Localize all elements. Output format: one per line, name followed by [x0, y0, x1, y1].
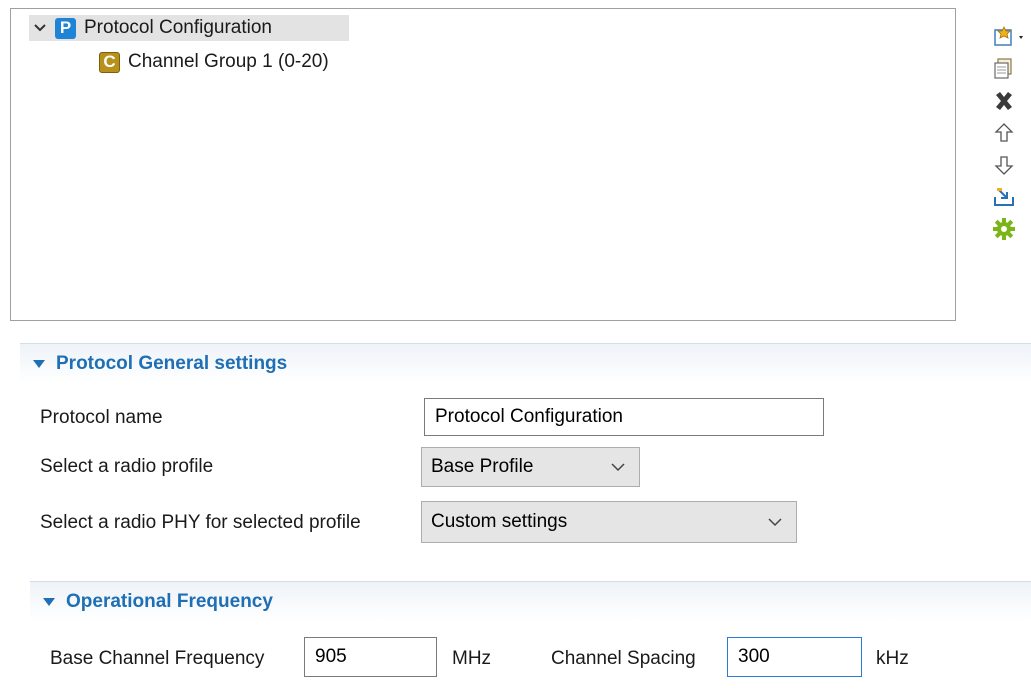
- channel-group-icon: C: [99, 51, 120, 73]
- move-up-icon: [992, 121, 1016, 151]
- tree-node-channel-group-label: Channel Group 1 (0-20): [128, 51, 329, 72]
- move-down-icon: [992, 153, 1016, 183]
- copy-button[interactable]: [992, 57, 1031, 87]
- base-frequency-input[interactable]: [304, 637, 437, 677]
- protocol-tree[interactable]: P Protocol Configuration C Channel Group…: [10, 8, 956, 321]
- new-item-icon: [992, 25, 1028, 55]
- section-general-header[interactable]: Protocol General settings: [20, 343, 1031, 383]
- tree-node-protocol[interactable]: P Protocol Configuration: [29, 15, 349, 41]
- channel-spacing-input[interactable]: [727, 637, 862, 677]
- move-up-button[interactable]: [992, 123, 1031, 149]
- protocol-name-input[interactable]: [424, 398, 824, 436]
- radio-phy-value: Custom settings: [431, 511, 568, 532]
- radio-phy-label: Select a radio PHY for selected profile: [40, 512, 361, 533]
- section-frequency-title: Operational Frequency: [66, 590, 273, 612]
- section-frequency-header[interactable]: Operational Frequency: [30, 581, 1031, 621]
- base-frequency-unit: MHz: [452, 648, 492, 669]
- section-general-title: Protocol General settings: [56, 352, 288, 374]
- chevron-down-icon[interactable]: [29, 23, 51, 33]
- radio-profile-label: Select a radio profile: [40, 456, 214, 477]
- move-down-button[interactable]: [992, 155, 1031, 181]
- delete-button[interactable]: [992, 91, 1031, 117]
- settings-gear-icon: [992, 217, 1016, 247]
- copy-icon: [992, 57, 1016, 87]
- channel-spacing-label: Channel Spacing: [551, 648, 696, 669]
- delete-icon: [992, 89, 1016, 119]
- radio-profile-select[interactable]: Base Profile: [421, 447, 640, 487]
- channel-spacing-unit: kHz: [876, 648, 909, 669]
- base-frequency-label: Base Channel Frequency: [50, 648, 265, 669]
- radio-profile-value: Base Profile: [431, 456, 534, 477]
- chevron-down-icon: [611, 456, 625, 478]
- new-item-button[interactable]: [992, 25, 1031, 55]
- collapse-triangle-icon[interactable]: [42, 591, 56, 613]
- settings-button[interactable]: [992, 217, 1031, 247]
- radio-phy-select[interactable]: Custom settings: [421, 501, 797, 543]
- import-icon: [992, 185, 1016, 215]
- import-button[interactable]: [992, 187, 1031, 213]
- protocol-icon: P: [55, 17, 76, 39]
- chevron-down-icon: [768, 511, 782, 533]
- collapse-triangle-icon[interactable]: [32, 353, 46, 375]
- tree-node-protocol-label: Protocol Configuration: [84, 17, 272, 38]
- tree-node-channel-group[interactable]: C Channel Group 1 (0-20): [99, 49, 399, 75]
- protocol-name-label: Protocol name: [40, 407, 163, 428]
